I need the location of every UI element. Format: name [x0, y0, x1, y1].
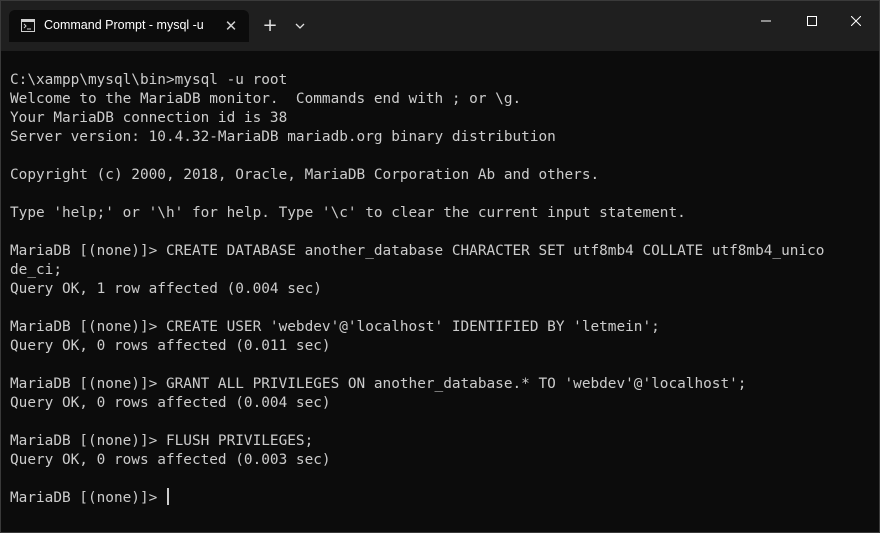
tab-command-prompt[interactable]: Command Prompt - mysql -u ✕	[9, 10, 249, 42]
minimize-button[interactable]	[743, 1, 789, 41]
text-cursor	[166, 488, 169, 505]
tab-title: Command Prompt - mysql -u	[44, 18, 204, 32]
tab-dropdown-button[interactable]	[289, 15, 311, 37]
new-tab-button[interactable]: +	[259, 15, 281, 37]
terminal-window: Command Prompt - mysql -u ✕ + C:\xampp\m…	[0, 0, 880, 533]
minimize-icon	[761, 20, 771, 22]
tab-close-icon[interactable]: ✕	[221, 16, 241, 36]
terminal-line: C:\xampp\mysql\bin>mysql -u root	[10, 72, 288, 88]
terminal-line: Copyright (c) 2000, 2018, Oracle, MariaD…	[10, 167, 600, 183]
terminal-output[interactable]: C:\xampp\mysql\bin>mysql -u root Welcome…	[1, 51, 879, 532]
close-icon	[851, 16, 861, 26]
terminal-line: Server version: 10.4.32-MariaDB mariadb.…	[10, 129, 556, 145]
title-bar[interactable]: Command Prompt - mysql -u ✕ +	[1, 1, 879, 51]
close-window-button[interactable]	[833, 1, 879, 41]
terminal-line: MariaDB [(none)]> CREATE DATABASE anothe…	[10, 243, 825, 259]
terminal-line: Query OK, 0 rows affected (0.004 sec)	[10, 395, 331, 411]
chevron-down-icon	[295, 23, 305, 29]
terminal-line: Type 'help;' or '\h' for help. Type '\c'…	[10, 205, 686, 221]
terminal-line: MariaDB [(none)]> CREATE USER 'webdev'@'…	[10, 319, 660, 335]
terminal-line: MariaDB [(none)]> FLUSH PRIVILEGES;	[10, 433, 314, 449]
command-prompt-icon	[21, 19, 35, 32]
prompt-line[interactable]: MariaDB [(none)]>	[10, 488, 169, 508]
maximize-icon	[807, 16, 817, 26]
terminal-line: Query OK, 1 row affected (0.004 sec)	[10, 281, 322, 297]
terminal-line: Welcome to the MariaDB monitor. Commands…	[10, 91, 522, 107]
terminal-line: MariaDB [(none)]> GRANT ALL PRIVILEGES O…	[10, 376, 747, 392]
prompt-text: MariaDB [(none)]>	[10, 490, 166, 506]
maximize-button[interactable]	[789, 1, 835, 41]
terminal-line: Query OK, 0 rows affected (0.011 sec)	[10, 338, 331, 354]
terminal-line: de_ci;	[10, 262, 62, 278]
terminal-line: Query OK, 0 rows affected (0.003 sec)	[10, 452, 331, 468]
terminal-line: Your MariaDB connection id is 38	[10, 110, 288, 126]
